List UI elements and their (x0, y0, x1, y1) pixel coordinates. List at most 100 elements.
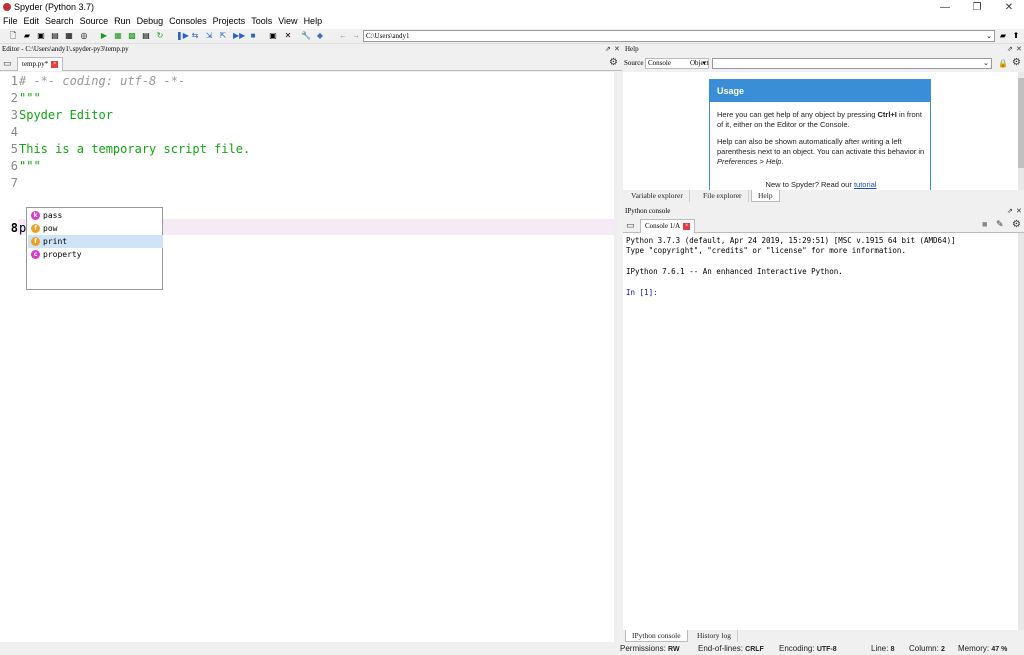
run-cell-icon[interactable]: ▦ (113, 31, 123, 41)
python-path-icon[interactable]: ◆ (315, 31, 325, 41)
menu-source[interactable]: Source (77, 15, 112, 26)
menu-search[interactable]: Search (42, 15, 77, 26)
tab-variable-explorer[interactable]: Variable explorer (625, 190, 690, 202)
restore-button[interactable]: ❐ (962, 0, 992, 15)
print-icon[interactable]: ▦ (64, 31, 74, 41)
browse-folder-icon[interactable]: ▰ (998, 31, 1008, 41)
undock-icon[interactable]: ⇗ (1007, 45, 1013, 53)
tab-console-1a[interactable]: Console 1/A × (640, 219, 696, 233)
menu-edit[interactable]: Edit (21, 15, 43, 26)
status-permissions: Permissions: RW (620, 644, 680, 653)
menu-projects[interactable]: Projects (210, 15, 249, 26)
working-directory-value: C:\Users\andy1 (366, 32, 410, 40)
help-pane-title: Help (625, 45, 639, 53)
continue-icon[interactable]: ▶▶ (233, 31, 245, 41)
usage-paragraph: Help can also be shown automatically aft… (717, 137, 925, 166)
tab-history-log[interactable]: History log (691, 630, 738, 642)
code-line: """ (19, 91, 41, 105)
tab-ipython-console[interactable]: IPython console (625, 630, 688, 642)
object-label: Object (690, 59, 709, 67)
completion-item-selected[interactable]: f print (28, 235, 163, 248)
close-pane-icon[interactable]: ✕ (1016, 45, 1022, 53)
new-file-icon[interactable]: 🗋 (8, 31, 18, 41)
console-line: Type "copyright", "credits" or "license"… (626, 246, 906, 255)
chevron-down-icon[interactable]: ⌄ (983, 59, 989, 68)
stop-icon[interactable]: ■ (982, 219, 987, 229)
run-selection-icon[interactable]: ▤ (141, 31, 151, 41)
menu-consoles[interactable]: Consoles (166, 15, 210, 26)
tab-label: Console 1/A (645, 222, 681, 230)
console-scrollbar[interactable] (1018, 233, 1024, 630)
line-number: 4 (10, 125, 18, 139)
usage-footer: New to Spyder? Read our tutorial (765, 180, 877, 189)
step-return-icon[interactable]: ⇱ (218, 31, 228, 41)
completion-item[interactable]: k pass (28, 209, 163, 222)
close-pane-icon[interactable]: ✕ (1016, 207, 1022, 215)
status-column: Column: 2 (909, 644, 945, 653)
save-icon[interactable]: ▣ (36, 31, 46, 41)
source-label: Source (624, 59, 644, 67)
completion-item[interactable]: c property (28, 248, 163, 261)
run-icon[interactable]: ▶ (99, 31, 109, 41)
menu-run[interactable]: Run (111, 15, 134, 26)
back-arrow-icon[interactable]: ← (338, 31, 348, 41)
chevron-down-icon[interactable]: ⌄ (986, 31, 992, 41)
object-input[interactable]: ⌄ (712, 58, 992, 69)
spyder-logo-icon (3, 3, 11, 11)
help-scrollbar[interactable] (1018, 72, 1024, 190)
tab-temp-py[interactable]: temp.py* × (17, 57, 64, 71)
menu-help[interactable]: Help (301, 15, 326, 26)
undock-icon[interactable]: ⇗ (1007, 207, 1013, 215)
debug-icon[interactable]: ❚▶ (176, 31, 189, 41)
close-tab-icon[interactable]: × (51, 60, 59, 68)
forward-arrow-icon[interactable]: → (351, 31, 361, 41)
lock-icon[interactable]: 🔒 (998, 59, 1008, 68)
completion-label: pass (43, 211, 63, 220)
code-line: Spyder Editor (19, 108, 113, 122)
browse-icon[interactable]: ◎ (79, 31, 89, 41)
run-cell-advance-icon[interactable]: ▩ (127, 31, 137, 41)
open-file-icon[interactable]: ▰ (22, 31, 32, 41)
undock-icon[interactable]: ⇗ (605, 45, 611, 53)
close-pane-icon[interactable]: ✕ (614, 45, 620, 53)
parent-folder-icon[interactable]: ⬆ (1011, 31, 1021, 41)
step-icon[interactable]: ⇆ (190, 31, 200, 41)
help-pane: Help ⇗ ✕ Source Console ▾ Object ⌄ 🔒 ⚙ U… (623, 44, 1024, 203)
menu-tools[interactable]: Tools (248, 15, 275, 26)
gear-icon[interactable]: ⚙ (609, 57, 618, 68)
preferences-icon[interactable]: 🔧 (301, 31, 311, 41)
rerun-icon[interactable]: ↻ (155, 31, 165, 41)
maximize-pane-icon[interactable]: ▣ (268, 31, 278, 41)
save-all-icon[interactable]: ▤ (50, 31, 60, 41)
gear-icon[interactable]: ⚙ (1012, 57, 1021, 68)
close-tab-icon[interactable]: × (683, 222, 691, 230)
code-editor[interactable]: 1 2 3 4 5 6 7 8 # -*- coding: utf-8 -*- … (0, 72, 617, 642)
ipython-console-pane: IPython console ⇗ ✕ ▭ Console 1/A × ■ ✎ ⚙… (623, 205, 1024, 643)
close-window-button[interactable]: ✕ (994, 0, 1024, 15)
step-into-icon[interactable]: ⇲ (204, 31, 214, 41)
completion-item[interactable]: f pow (28, 222, 163, 235)
title-bar: Spyder (Python 3.7) — ❐ ✕ (0, 0, 1024, 15)
clear-console-icon[interactable]: ✎ (996, 219, 1004, 230)
editor-tab-bar: ▭ temp.py* × ⚙ (0, 56, 622, 71)
tutorial-link[interactable]: tutorial (854, 180, 877, 189)
menu-file[interactable]: File (0, 15, 21, 26)
editor-pane: Editor - C:\Users\andy1\.spyder-py3\temp… (0, 44, 622, 642)
console-output[interactable]: Python 3.7.3 (default, Apr 24 2019, 15:2… (623, 233, 1018, 630)
fullscreen-icon[interactable]: ✕ (283, 31, 293, 41)
editor-scrollbar[interactable] (614, 72, 617, 642)
tab-help[interactable]: Help (751, 190, 780, 202)
browse-tabs-icon[interactable]: ▭ (3, 58, 12, 69)
source-value: Console (648, 59, 671, 67)
working-directory-input[interactable]: C:\Users\andy1 ⌄ (363, 30, 995, 42)
stop-debug-icon[interactable]: ■ (248, 31, 258, 41)
menu-debug[interactable]: Debug (134, 15, 167, 26)
browse-tabs-icon[interactable]: ▭ (626, 220, 635, 231)
minimize-button[interactable]: — (930, 0, 960, 15)
tab-file-explorer[interactable]: File explorer (697, 190, 749, 202)
code-line: This is a temporary script file. (19, 142, 251, 156)
gear-icon[interactable]: ⚙ (1012, 219, 1021, 230)
menu-view[interactable]: View (275, 15, 300, 26)
code-line: """ (19, 159, 41, 173)
function-icon: f (31, 237, 40, 246)
